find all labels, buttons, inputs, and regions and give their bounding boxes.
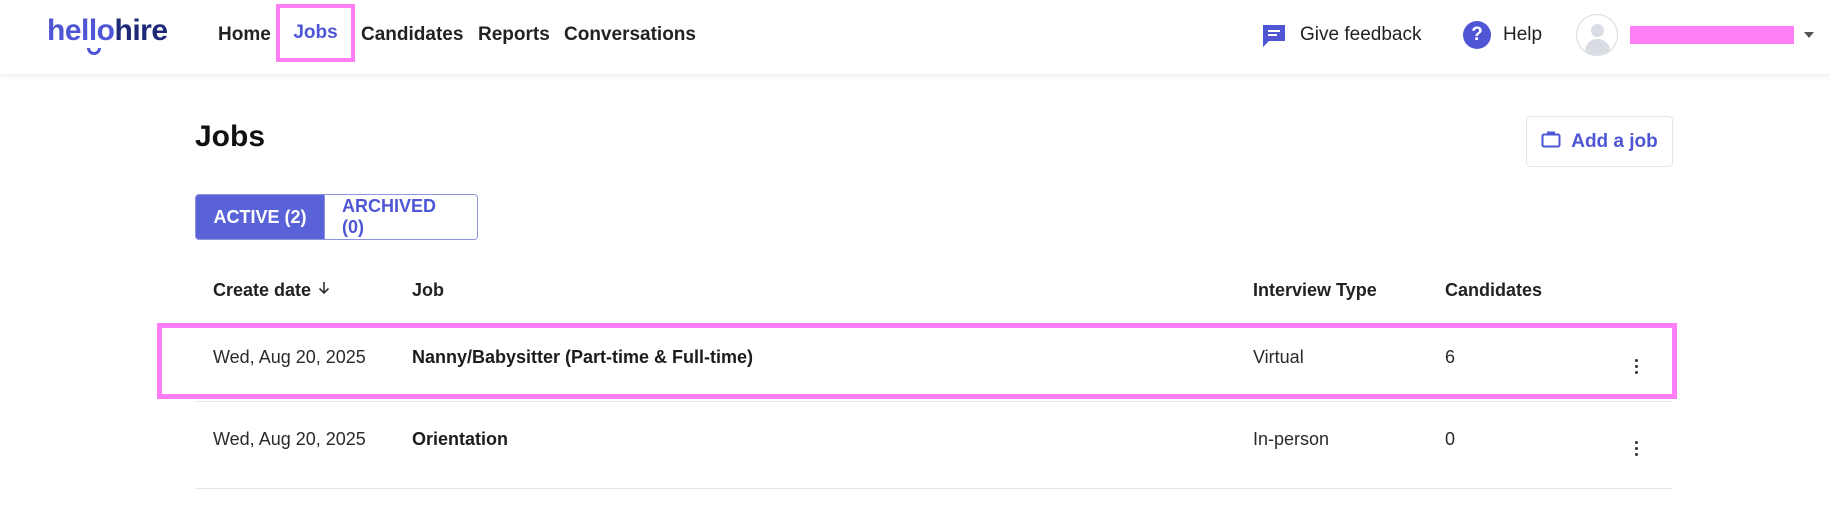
add-job-label: Add a job (1571, 130, 1658, 152)
row-create-date: Wed, Aug 20, 2025 (213, 429, 366, 449)
row-candidates-count: 0 (1445, 429, 1456, 449)
row-interview-type: In-person (1253, 429, 1330, 449)
sort-down-arrow-icon (317, 280, 331, 301)
column-header-interview-type: Interview Type (1253, 280, 1377, 300)
user-menu[interactable] (1576, 13, 1814, 57)
nav-reports[interactable]: Reports (478, 0, 550, 70)
tab-active[interactable]: ACTIVE (2) (196, 195, 324, 239)
create-date-header-label: Create date (213, 280, 312, 300)
briefcase-icon (1541, 130, 1561, 154)
give-feedback-label: Give feedback (1300, 24, 1422, 45)
tab-archived[interactable]: ARCHIVED (0) (324, 195, 477, 239)
kebab-menu-icon[interactable] (1634, 441, 1638, 456)
nav-candidates[interactable]: Candidates (361, 0, 463, 70)
give-feedback-button[interactable]: Give feedback (1260, 18, 1421, 52)
chevron-down-icon[interactable] (1804, 32, 1814, 38)
job-status-tabs: ACTIVE (2) ARCHIVED (0) (195, 194, 478, 240)
help-button[interactable]: ? Help (1463, 18, 1542, 52)
table-row[interactable]: Wed, Aug 20, 2025 Nanny/Babysitter (Part… (195, 320, 1673, 402)
user-avatar-icon (1576, 14, 1618, 56)
username-redacted (1630, 26, 1794, 44)
row-job-title[interactable]: Orientation (412, 429, 508, 450)
kebab-menu-icon[interactable] (1634, 359, 1638, 374)
top-navigation-bar: hellohire Home Jobs Candidates Reports C… (0, 0, 1830, 75)
chat-bubble-icon (1260, 22, 1288, 48)
column-header-create-date[interactable]: Create date (213, 280, 331, 301)
table-row[interactable]: Wed, Aug 20, 2025 Orientation In-person … (195, 407, 1673, 489)
help-circle-icon: ? (1463, 21, 1491, 49)
column-header-candidates: Candidates (1445, 280, 1543, 300)
nav-home[interactable]: Home (218, 0, 271, 70)
row-job-title[interactable]: Nanny/Babysitter (Part-time & Full-time) (412, 347, 753, 368)
hellohire-logo[interactable]: hellohire (47, 14, 169, 55)
row-candidates-count: 6 (1445, 347, 1456, 367)
logo-text-hire: hire (114, 14, 169, 47)
row-create-date: Wed, Aug 20, 2025 (213, 347, 366, 367)
page-title: Jobs (195, 120, 266, 153)
help-label: Help (1503, 24, 1543, 45)
logo-text-hello: hello (47, 14, 115, 47)
nav-conversations[interactable]: Conversations (564, 0, 696, 70)
logo-smile-mark (87, 48, 101, 55)
row-interview-type: Virtual (1253, 347, 1304, 367)
add-job-button[interactable]: Add a job (1526, 116, 1673, 167)
column-header-job: Job (412, 280, 445, 300)
nav-jobs[interactable]: Jobs (276, 4, 355, 62)
